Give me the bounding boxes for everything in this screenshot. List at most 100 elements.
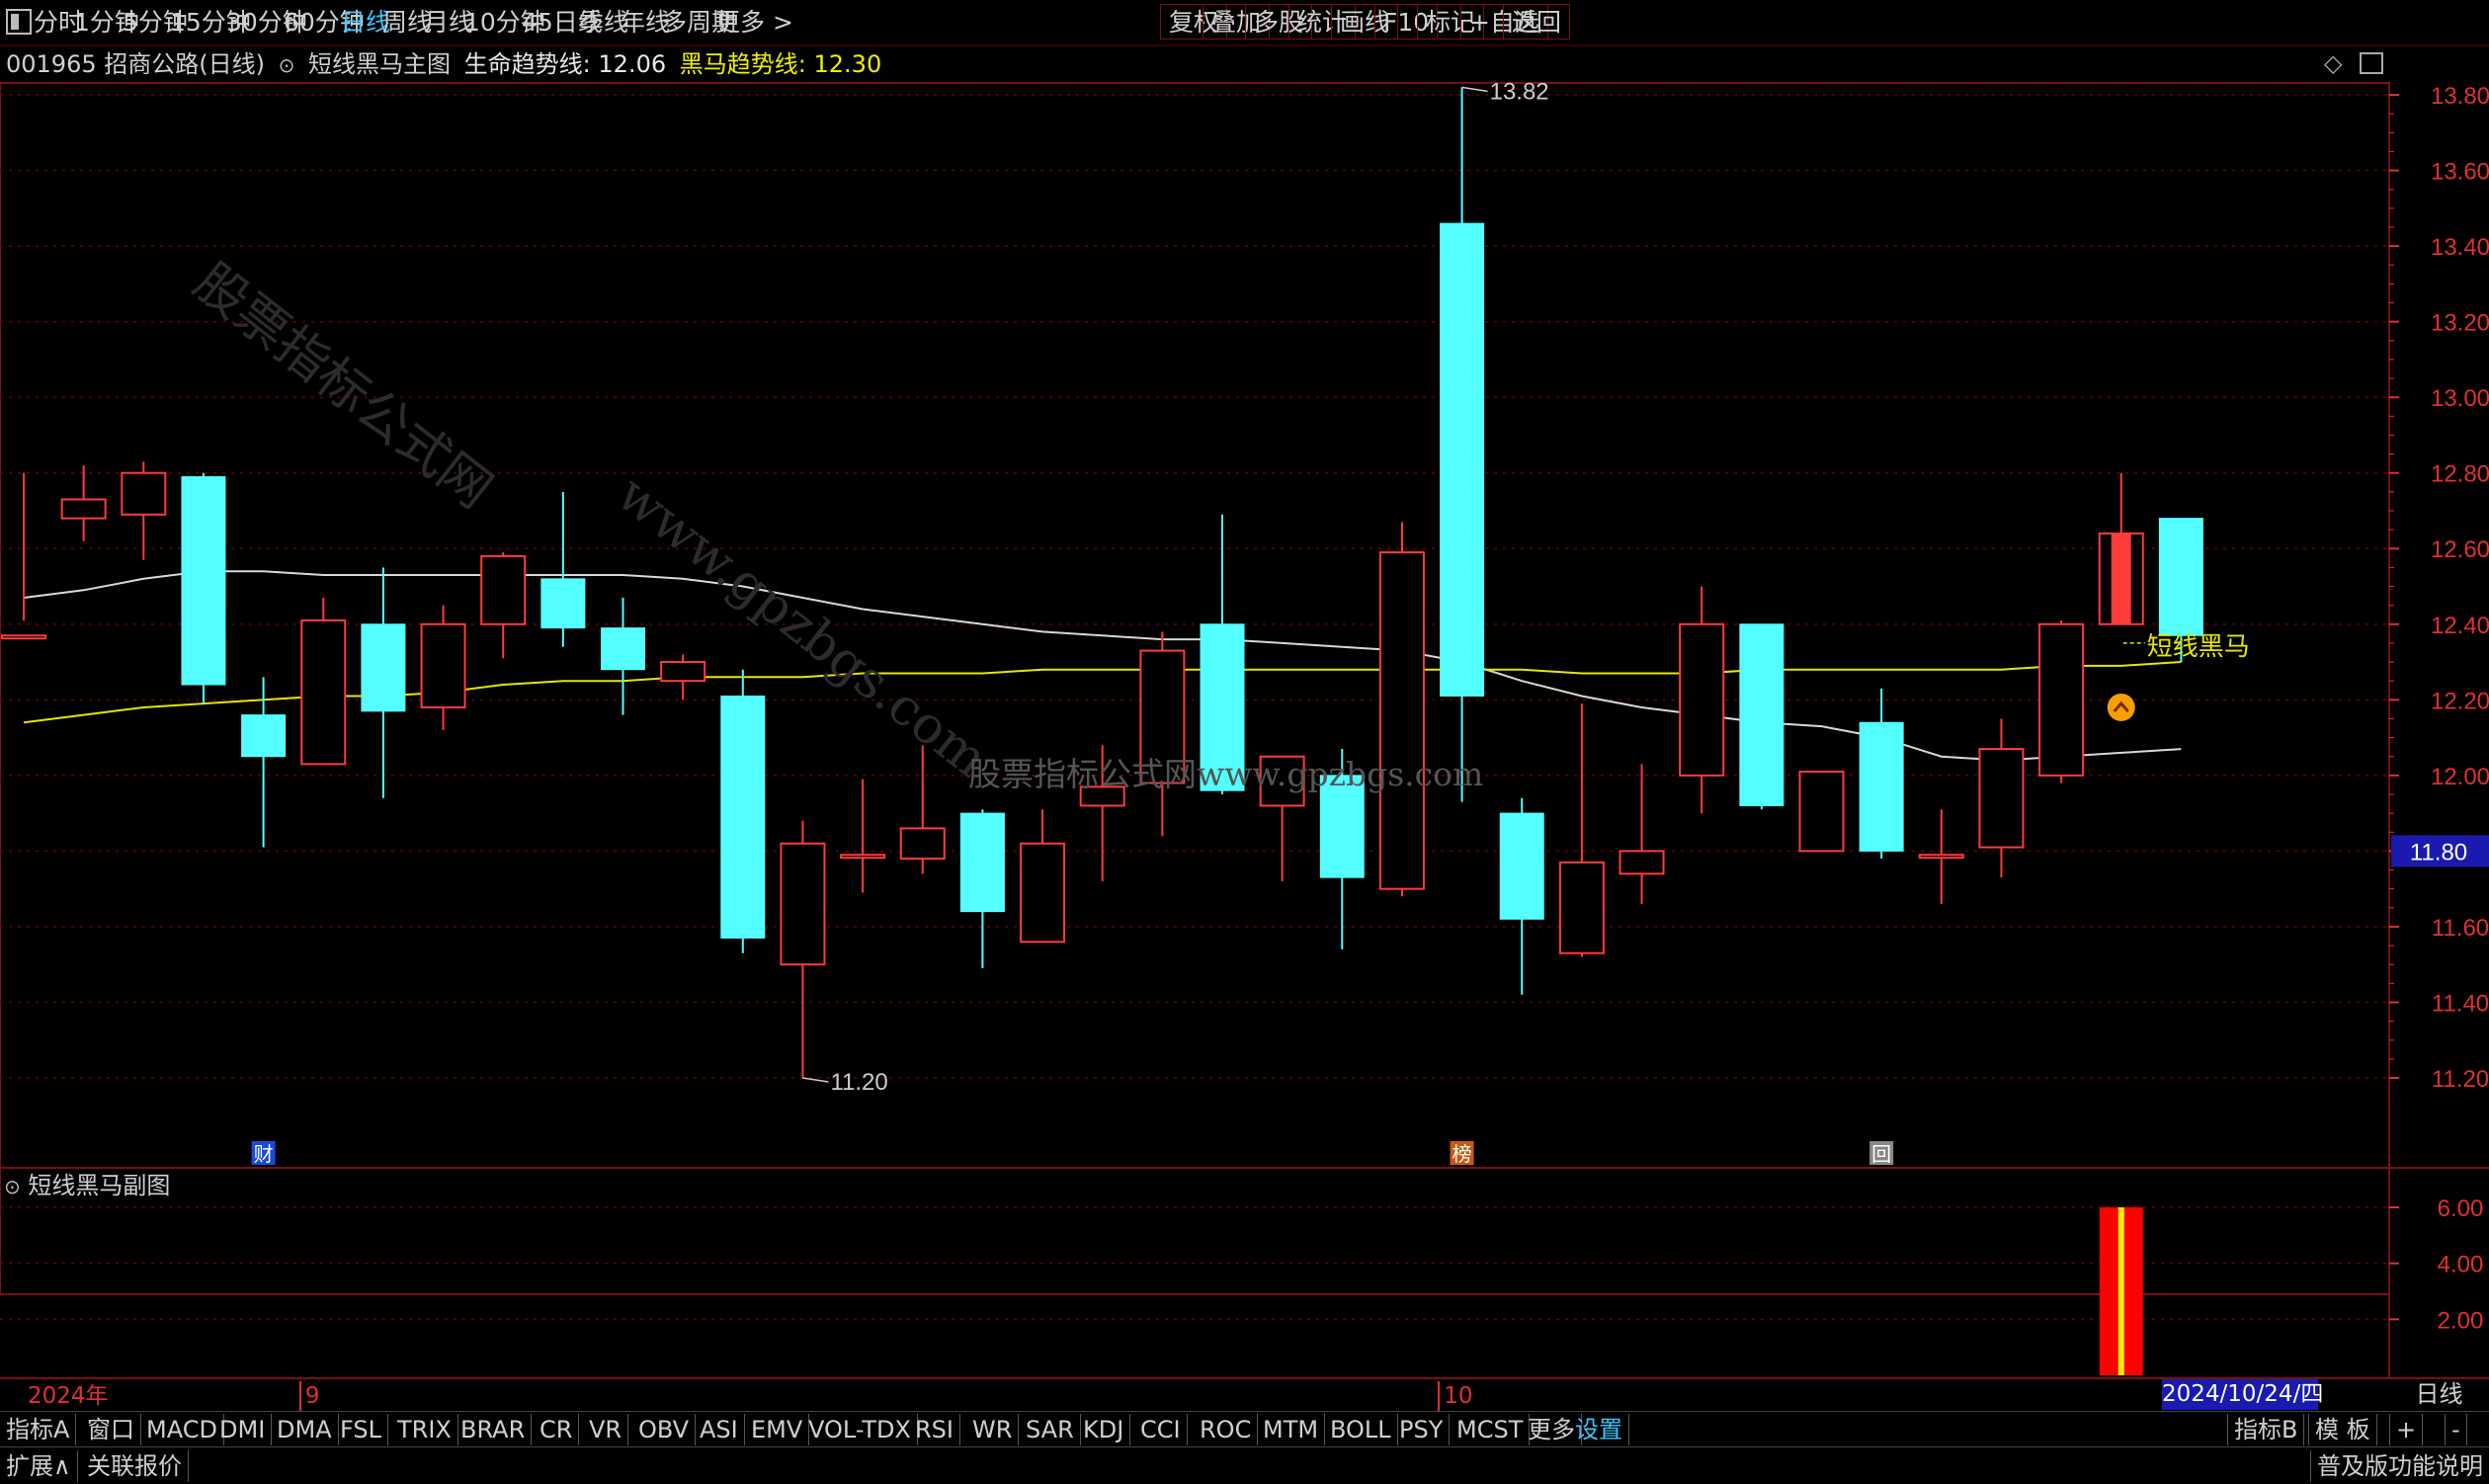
price-tick-label: 11.60: [2432, 915, 2489, 942]
tab-dmi-3[interactable]: DMI: [213, 1414, 273, 1445]
candle-body: [1859, 721, 1904, 852]
tab-obv-10[interactable]: OBV: [632, 1414, 697, 1445]
candle-10: [601, 597, 645, 715]
period-label: 日线: [2415, 1380, 2463, 1408]
candle-body: [241, 714, 287, 758]
tab-mcst-23[interactable]: MCST: [1451, 1414, 1531, 1445]
right-tab-2[interactable]: +: [2389, 1414, 2424, 1445]
price-tick-label: 13.60: [2431, 159, 2489, 186]
candle-body: [181, 476, 226, 686]
candle-body: [60, 498, 107, 520]
tab-asi-11[interactable]: ASI: [694, 1414, 745, 1445]
candle-body: [1618, 850, 1665, 875]
candle-body: [959, 812, 1005, 913]
candle-31: [1859, 688, 1904, 860]
low-price-label: 11.20: [830, 1069, 887, 1096]
tab-cr-8[interactable]: CR: [534, 1414, 580, 1445]
linked-quote-button[interactable]: 关联报价: [81, 1450, 189, 1482]
price-tick-label: 12.00: [2431, 764, 2489, 790]
candle-body: [1, 634, 46, 640]
current-price-label: 11.80: [2410, 839, 2467, 866]
candle-body: [840, 854, 886, 860]
sub-bar-center: [2117, 1207, 2124, 1375]
right-tab-1[interactable]: 模 板: [2308, 1414, 2377, 1445]
buy-arrow-icon: [2107, 693, 2135, 721]
high-price-label: 13.82: [1490, 78, 1549, 105]
candle-32: [1918, 809, 1964, 904]
candle-body: [1499, 812, 1544, 920]
candle-4: [241, 677, 287, 848]
candle-27: [1618, 764, 1665, 904]
tab-kdj-17[interactable]: KDJ: [1077, 1414, 1131, 1445]
tab-mtm-20[interactable]: MTM: [1257, 1414, 1326, 1445]
price-tick-label: 12.80: [2431, 461, 2489, 488]
candle-body: [601, 627, 645, 671]
event-marker-label: 回: [1871, 1142, 1891, 1166]
tab-roc-19[interactable]: ROC: [1194, 1414, 1259, 1445]
tab-rsi-14[interactable]: RSI: [909, 1414, 960, 1445]
candle-6: [361, 567, 406, 798]
candle-body: [300, 618, 347, 766]
tab-a-0[interactable]: 指标A: [0, 1414, 77, 1445]
candle-body: [780, 842, 826, 966]
watermark: 股票指标公式网www.gpzbgs.com: [968, 755, 1484, 793]
right-tab-3[interactable]: -: [2445, 1414, 2467, 1445]
life-trend-line: [23, 570, 2182, 762]
candle-19: [1139, 631, 1186, 837]
candle-body: [1679, 622, 1725, 777]
price-tick-label: 12.40: [2431, 613, 2489, 639]
candle-body: [1978, 748, 2025, 849]
tab-macd-2[interactable]: MACD: [140, 1414, 224, 1445]
tab-sar-16[interactable]: SAR: [1020, 1414, 1081, 1445]
tab-dma-4[interactable]: DMA: [271, 1414, 339, 1445]
candle-29: [1739, 623, 1784, 810]
right-tab-0[interactable]: 指标B: [2227, 1414, 2305, 1445]
candle-body: [540, 578, 586, 629]
indicator-tab-bar: 指标A 窗口 MACD DMI DMA FSL TRIX BRAR CR VR OBV ASI EMV V…: [0, 1411, 2489, 1447]
candle-30: [1798, 771, 1845, 853]
candle-16: [959, 809, 1005, 969]
date-label-5: 9: [298, 1381, 320, 1411]
candle-body: [660, 661, 706, 683]
tab-vol-tdx-13[interactable]: VOL-TDX: [802, 1414, 918, 1445]
date-label-24: 10: [1438, 1381, 1473, 1411]
candle-body: [420, 622, 466, 708]
signal-candle-fill: [2111, 533, 2131, 624]
tab-item-1[interactable]: 窗口: [81, 1414, 141, 1445]
kline-chart[interactable]: 6.00 4.00 2.00 13.80 13.60 13.40 13.20 13.00 12…: [0, 0, 2489, 1377]
tab-cci-18[interactable]: CCI: [1134, 1414, 1188, 1445]
candle-body: [1020, 842, 1066, 944]
chart-frame: [0, 82, 2390, 1295]
price-tick-label: 12.20: [2431, 688, 2489, 714]
tab-psy-22[interactable]: PSY: [1393, 1414, 1451, 1445]
candle-11: [660, 654, 706, 701]
tab-wr-15[interactable]: WR: [966, 1414, 1020, 1445]
sub-indicator-title[interactable]: ⊙ 短线黑马副图: [4, 1170, 170, 1201]
tab-fsl-5[interactable]: FSL: [334, 1414, 388, 1445]
tab-trix-6[interactable]: TRIX: [391, 1414, 458, 1445]
candle-1: [60, 465, 107, 541]
candle-body: [1739, 623, 1784, 806]
price-axis: 13.80 13.60 13.40 13.20 13.00 12.80 12.60 12.40…: [2389, 83, 2489, 1093]
candlestick-series: [1, 87, 2203, 1078]
price-tick-label: 13.20: [2431, 310, 2489, 337]
candle-3: [181, 472, 226, 704]
candle-body: [1378, 551, 1425, 890]
collapse-icon[interactable]: ⊙: [4, 1175, 21, 1198]
tab-emv-12[interactable]: EMV: [745, 1414, 810, 1445]
candle-7: [420, 605, 466, 730]
price-tick-label: 13.40: [2431, 234, 2489, 261]
sub-indicator-name: 短线黑马副图: [28, 1172, 171, 1199]
tab-item-25[interactable]: 设置: [1569, 1414, 1629, 1445]
tab-brar-7[interactable]: BRAR: [455, 1414, 533, 1445]
tab-boll-21[interactable]: BOLL: [1324, 1414, 1398, 1445]
expand-button[interactable]: 扩展∧: [0, 1450, 78, 1482]
price-tick-label: 11.20: [2432, 1066, 2489, 1093]
cursor-date: 2024/10/24/四: [2162, 1379, 2323, 1410]
sub-indicator-chart: 6.00 4.00 2.00: [0, 1195, 2483, 1375]
candle-14: [840, 779, 886, 893]
candle-body: [121, 471, 167, 516]
tab-vr-9[interactable]: VR: [583, 1414, 629, 1445]
version-note-button[interactable]: 普及版功能说明: [2310, 1450, 2489, 1482]
candle-body: [2038, 622, 2085, 777]
